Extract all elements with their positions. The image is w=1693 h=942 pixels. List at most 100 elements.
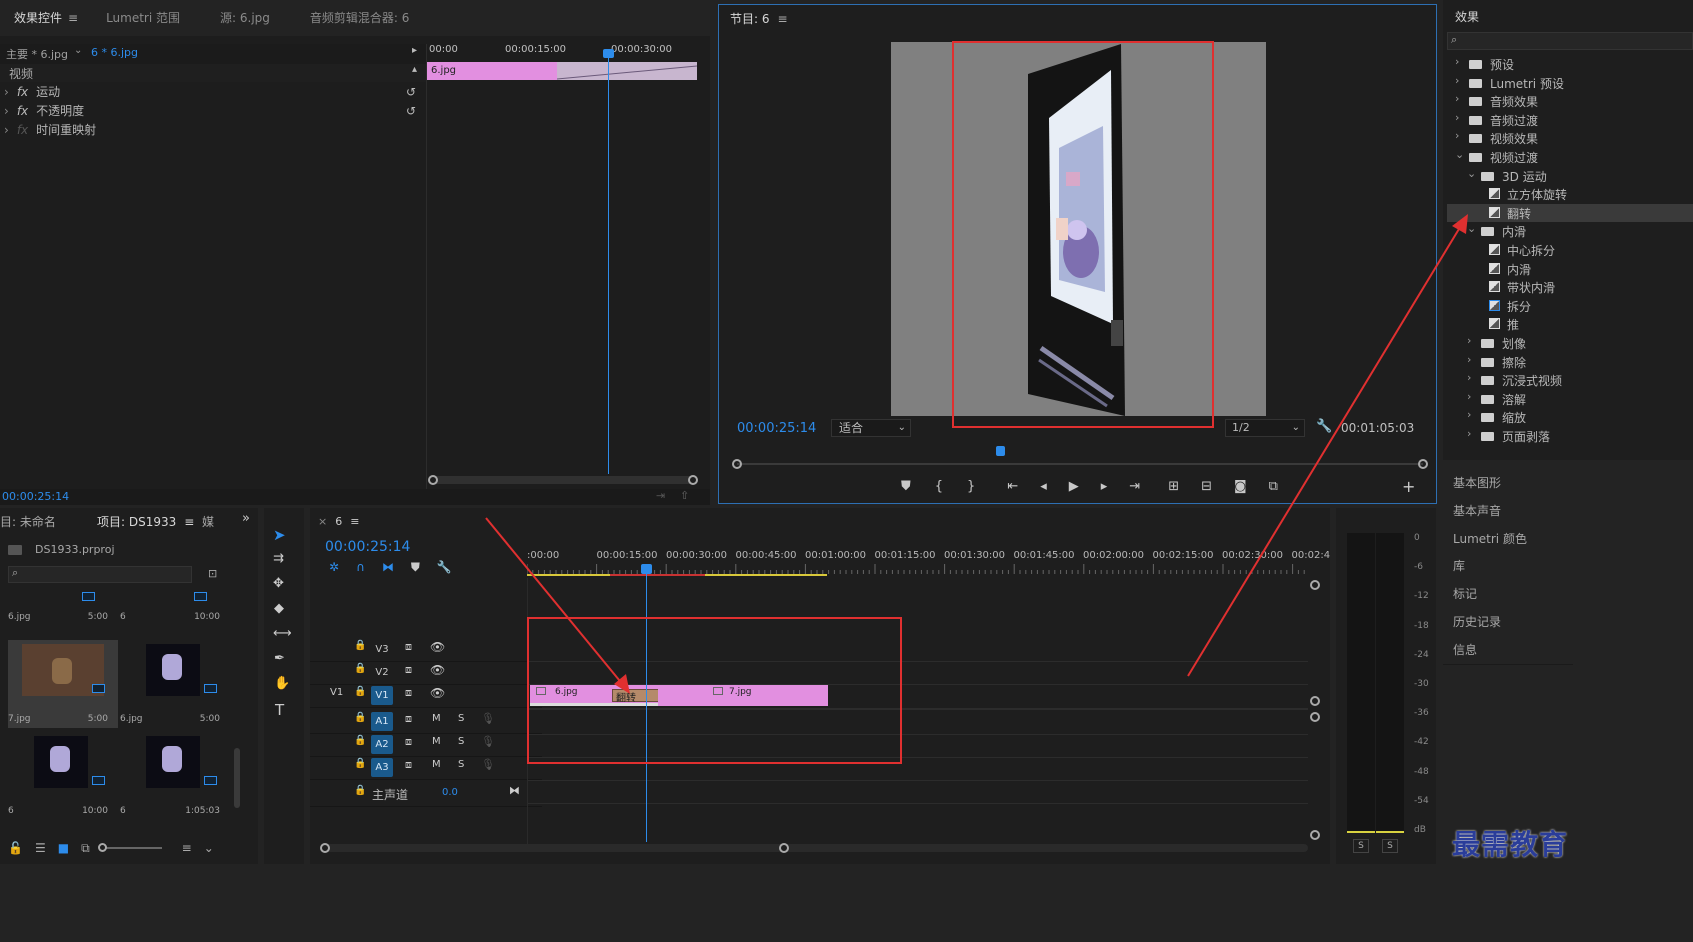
- project-item[interactable]: 6 1:05:03: [120, 732, 230, 820]
- share-icon[interactable]: ⇧: [680, 489, 689, 502]
- project-item[interactable]: 7.jpg 5:00: [8, 640, 118, 728]
- tab-project-untitled[interactable]: 目: 未命名: [0, 513, 56, 530]
- add-button-icon[interactable]: +: [1402, 477, 1415, 496]
- lock-icon[interactable]: 🔒: [354, 712, 366, 723]
- project-item[interactable]: 6 10:00: [120, 592, 230, 626]
- effects-tree-item[interactable]: 推: [1447, 315, 1693, 333]
- menu-icon[interactable]: ≡: [350, 515, 359, 528]
- track-target-button[interactable]: A3: [371, 758, 393, 777]
- lock-icon[interactable]: 🔒: [354, 758, 366, 769]
- slip-tool-icon[interactable]: ⟷: [273, 626, 292, 641]
- hscroll-handle[interactable]: [320, 843, 330, 853]
- solo-button[interactable]: S: [458, 759, 464, 770]
- track-target-button[interactable]: V2: [371, 663, 393, 682]
- add-marker-icon[interactable]: ⛊: [901, 479, 911, 499]
- selection-tool-icon[interactable]: ➤: [273, 526, 286, 544]
- extract-icon[interactable]: ⊟: [1201, 479, 1212, 499]
- effects-tree-item[interactable]: › 划像: [1447, 334, 1693, 352]
- go-to-in-icon[interactable]: ⇤: [1007, 479, 1018, 499]
- sync-lock-icon[interactable]: ⧈: [405, 640, 412, 654]
- master-volume-value[interactable]: 0.0: [442, 787, 458, 798]
- effects-tree-item[interactable]: › 预设: [1447, 55, 1693, 73]
- effects-tree-item[interactable]: › 音频效果: [1447, 92, 1693, 110]
- mute-button[interactable]: M: [432, 759, 441, 770]
- fx-row-time-remap[interactable]: › fx 时间重映射: [4, 120, 426, 140]
- ec-playhead[interactable]: [608, 50, 609, 474]
- wrench-icon[interactable]: 🔧: [1316, 419, 1332, 434]
- track-select-tool-icon[interactable]: ⇉: [273, 551, 284, 566]
- track-target-button[interactable]: A1: [371, 712, 393, 731]
- lift-icon[interactable]: ⊞: [1168, 479, 1179, 499]
- fx-row-opacity[interactable]: › fx 不透明度 ↺: [4, 101, 426, 121]
- chevron-right-icon[interactable]: ›: [4, 85, 9, 99]
- timeline-playhead-handle[interactable]: [641, 564, 652, 574]
- play-triangle-icon[interactable]: ▸: [412, 45, 417, 56]
- effects-tree-item[interactable]: ⌄ 内滑: [1447, 222, 1693, 240]
- vertical-zoom-handle[interactable]: [1310, 696, 1320, 706]
- effects-tree-item[interactable]: 内滑: [1447, 260, 1693, 278]
- menu-icon[interactable]: ≡: [184, 515, 194, 529]
- snap-icon[interactable]: ∩: [356, 560, 365, 576]
- compare-icon[interactable]: ⧉: [1269, 479, 1278, 499]
- timeline-playhead[interactable]: [646, 568, 647, 842]
- clip-7jpg[interactable]: 7.jpg: [658, 685, 828, 706]
- chevron-right-icon[interactable]: ›: [1455, 129, 1459, 142]
- side-panel-tab[interactable]: 基本声音: [1443, 496, 1573, 526]
- chevron-right-icon[interactable]: ›: [1467, 353, 1471, 366]
- nest-icon[interactable]: ✲: [329, 560, 339, 576]
- chevron-right-icon[interactable]: ›: [1467, 427, 1471, 440]
- ec-timecode[interactable]: 00:00:25:14: [2, 490, 69, 503]
- menu-icon[interactable]: ≡: [778, 12, 788, 26]
- fx-row-motion[interactable]: › fx 运动 ↺: [4, 82, 426, 102]
- project-search-input[interactable]: ⌕: [8, 566, 192, 583]
- new-bin-icon[interactable]: ⊡: [208, 567, 217, 580]
- solo-button[interactable]: S: [458, 736, 464, 747]
- menu-icon[interactable]: ≡: [68, 11, 78, 25]
- zoom-slider-handle[interactable]: [97, 843, 107, 852]
- source-patch-label[interactable]: V1: [330, 687, 343, 698]
- hscroll-handle[interactable]: [779, 843, 789, 853]
- add-marker-icon[interactable]: ⛊: [411, 560, 420, 576]
- in-handle[interactable]: [732, 459, 742, 469]
- effects-tree-item[interactable]: 拆分: [1447, 297, 1693, 315]
- go-to-end-icon[interactable]: ⧓: [509, 784, 520, 797]
- project-scrollbar[interactable]: [234, 748, 240, 808]
- chevron-right-icon[interactable]: ›: [4, 123, 9, 137]
- tab-project-ds1933[interactable]: 项目: DS1933 ≡: [97, 513, 194, 530]
- chevron-down-icon[interactable]: ⌄: [74, 45, 82, 56]
- project-item[interactable]: 6.jpg 5:00: [120, 640, 230, 728]
- effects-tree-item[interactable]: 带状内滑: [1447, 278, 1693, 296]
- lock-icon[interactable]: 🔒: [354, 663, 366, 674]
- close-icon[interactable]: ×: [318, 515, 327, 528]
- sync-lock-icon[interactable]: ⧈: [405, 686, 412, 700]
- effects-tree-item[interactable]: › 页面剥落: [1447, 427, 1693, 445]
- sync-lock-icon[interactable]: ⧈: [405, 712, 412, 726]
- eye-icon[interactable]: 👁: [430, 686, 445, 700]
- razor-tool-icon[interactable]: ◆: [274, 601, 284, 616]
- wrench-icon[interactable]: 🔧: [437, 560, 452, 576]
- type-tool-icon[interactable]: T: [275, 701, 284, 719]
- chevron-right-icon[interactable]: ›: [1467, 371, 1471, 384]
- program-timecode[interactable]: 00:00:25:14: [737, 421, 816, 436]
- track-target-button[interactable]: V3: [371, 640, 393, 659]
- fit-select[interactable]: 适合 ⌄: [831, 419, 911, 437]
- timeline-hscroll[interactable]: [324, 844, 1308, 852]
- effects-tree-item[interactable]: › Lumetri 预设: [1447, 74, 1693, 92]
- chevron-down-icon[interactable]: ⌄: [1455, 148, 1464, 161]
- solo-right-button[interactable]: S: [1382, 839, 1398, 853]
- effects-search-input[interactable]: ⌕: [1447, 32, 1693, 50]
- lock-icon[interactable]: 🔒: [354, 640, 366, 651]
- effects-tree-item[interactable]: 翻转: [1447, 203, 1693, 222]
- icon-view-icon[interactable]: ■: [58, 841, 69, 855]
- side-panel-tab[interactable]: 基本图形: [1443, 469, 1573, 498]
- tab-source[interactable]: 源: 6.jpg: [194, 0, 284, 36]
- microphone-icon[interactable]: 🎙: [481, 735, 495, 748]
- pen-tool-icon[interactable]: ✒: [274, 651, 285, 666]
- solo-left-button[interactable]: S: [1353, 839, 1369, 853]
- mark-in-icon[interactable]: {: [935, 479, 943, 499]
- chevron-down-icon[interactable]: ⌄: [1467, 222, 1476, 235]
- sync-lock-icon[interactable]: ⧈: [405, 758, 412, 772]
- mark-out-icon[interactable]: }: [967, 479, 975, 499]
- ec-playhead-handle[interactable]: [603, 49, 614, 58]
- effects-tree-item[interactable]: ⌄ 3D 运动: [1447, 167, 1693, 185]
